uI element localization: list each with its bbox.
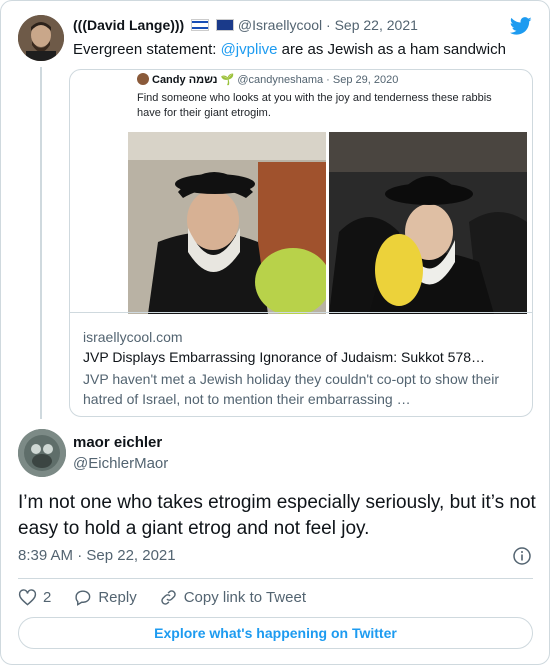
quoted-text: Find someone who looks at you with the j… (137, 92, 492, 119)
tweet-timestamp[interactable]: 8:39 AM · Sep 22, 2021 (18, 547, 176, 564)
parent-date[interactable]: Sep 22, 2021 (335, 17, 418, 33)
jvplive-mention-link[interactable]: @jvplive (221, 41, 278, 58)
twitter-bird-icon[interactable] (509, 15, 533, 37)
parent-handle[interactable]: @Israellycool (238, 17, 322, 33)
info-icon[interactable] (512, 546, 532, 566)
link-domain: israellycool.com (83, 329, 183, 345)
like-count: 2 (43, 588, 52, 606)
tweet-embed-card: (((David Lange))) @Israellycool · Sep 22… (0, 0, 550, 665)
parent-tweet-text: Evergreen statement: @jvplive are as Jew… (73, 41, 506, 58)
reply-label: Reply (98, 588, 137, 606)
parent-separator: · (326, 17, 331, 33)
sprout-icon: 🌱 (220, 74, 235, 86)
heart-icon (18, 588, 37, 606)
main-tweet-text: I’m not one who takes etrogim especially… (18, 492, 536, 539)
parent-text-before: Evergreen statement: (73, 41, 221, 58)
reply-icon (75, 589, 91, 606)
main-avatar[interactable] (18, 429, 66, 477)
tweet-actions: 2 Reply Copy link to Tweet (18, 587, 328, 607)
quoted-date: Sep 29, 2020 (332, 74, 399, 86)
link-description: JVP haven't met a Jewish holiday they co… (83, 371, 499, 407)
link-card-divider (70, 312, 532, 313)
quoted-avatar (137, 73, 149, 85)
main-name[interactable]: maor eichler (73, 434, 162, 451)
quoted-name: Candy נשמה (152, 74, 218, 86)
reply-button[interactable]: Reply (73, 588, 137, 607)
explore-twitter-button[interactable]: Explore what's happening on Twitter (18, 617, 533, 649)
australia-flag-icon (216, 19, 234, 31)
copy-link-button[interactable]: Copy link to Tweet (159, 588, 306, 607)
main-handle[interactable]: @EichlerMaor (73, 455, 168, 472)
copy-link-label: Copy link to Tweet (183, 588, 306, 606)
quoted-separator: · (326, 74, 330, 86)
thread-line (40, 67, 42, 419)
parent-name[interactable]: (((David Lange))) (73, 17, 184, 33)
actions-divider (18, 578, 533, 579)
parent-text-after: are as Jewish as a ham sandwich (277, 41, 506, 58)
like-button[interactable]: 2 (18, 588, 51, 607)
rabbi-etrog-photo-right (329, 132, 527, 314)
quoted-handle: @candyneshama (237, 74, 324, 86)
israel-flag-icon (191, 19, 210, 31)
rabbi-etrog-photo-left (128, 132, 326, 314)
parent-header: (((David Lange))) @Israellycool · Sep 22… (73, 17, 418, 33)
parent-avatar[interactable] (18, 15, 64, 61)
quoted-header: Candy נשמה 🌱 @candyneshama · Sep 29, 202… (137, 73, 398, 86)
quoted-link-card[interactable]: Candy נשמה 🌱 @candyneshama · Sep 29, 202… (69, 69, 533, 417)
link-title: JVP Displays Embarrassing Ignorance of J… (83, 349, 486, 365)
link-icon (160, 589, 176, 605)
